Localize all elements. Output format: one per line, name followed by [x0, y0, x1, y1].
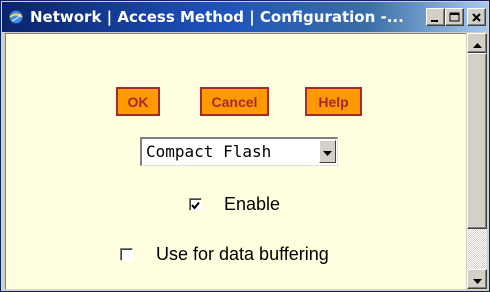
data-buffering-label: Use for data buffering	[156, 244, 329, 264]
maximize-button[interactable]	[445, 8, 464, 26]
checkmark-icon	[191, 195, 200, 214]
close-button[interactable]	[467, 8, 486, 26]
arrow-up-icon	[472, 34, 482, 53]
access-method-select[interactable]: Compact Flash	[140, 137, 338, 166]
data-buffering-option[interactable]: Use for data buffering	[120, 244, 329, 265]
minimize-icon	[430, 8, 441, 27]
enable-checkbox[interactable]	[189, 198, 202, 211]
vertical-scrollbar[interactable]	[467, 33, 487, 289]
content-area: OK Cancel Help Compact Flash Enable Use …	[5, 33, 466, 289]
title-bar[interactable]: Network | Access Method | Configuration …	[2, 2, 488, 32]
enable-label: Enable	[224, 194, 281, 214]
maximize-icon	[449, 8, 460, 27]
help-button[interactable]: Help	[305, 87, 362, 116]
config-window: Network | Access Method | Configuration …	[0, 0, 490, 292]
close-icon	[471, 8, 482, 27]
cancel-button[interactable]: Cancel	[200, 87, 269, 116]
minimize-button[interactable]	[426, 8, 445, 26]
window-title: Network | Access Method | Configuration …	[30, 8, 404, 26]
arrow-down-icon	[472, 270, 482, 289]
chevron-down-icon	[323, 142, 332, 161]
access-method-value: Compact Flash	[146, 142, 272, 161]
browser-icon	[7, 8, 25, 26]
scroll-thumb[interactable]	[467, 53, 487, 229]
dropdown-arrow-button[interactable]	[319, 140, 336, 163]
scroll-up-button[interactable]	[467, 33, 487, 53]
enable-option[interactable]: Enable	[189, 194, 280, 215]
ok-button[interactable]: OK	[116, 87, 160, 116]
data-buffering-checkbox[interactable]	[120, 248, 133, 261]
scroll-down-button[interactable]	[467, 269, 487, 289]
